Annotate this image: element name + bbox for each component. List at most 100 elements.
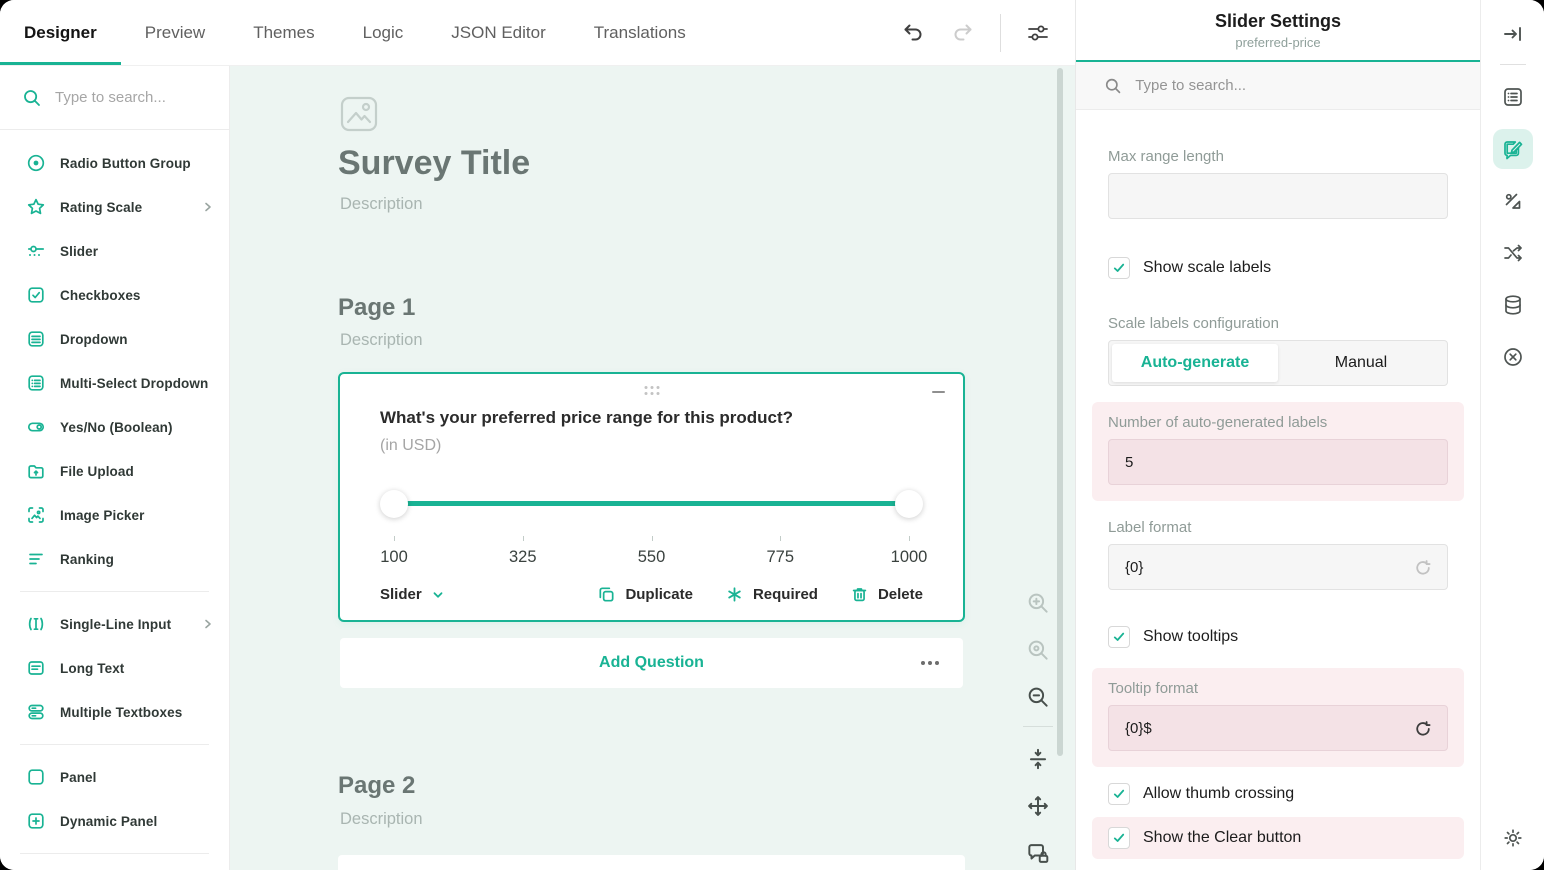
survey-logo-placeholder-icon[interactable] [340, 96, 378, 137]
toolbox-item-slider[interactable]: Slider [0, 229, 229, 273]
zoom-reset-icon[interactable] [1023, 635, 1053, 665]
survey-description[interactable]: Description [340, 195, 423, 214]
toolbox-item-label: Ranking [60, 552, 114, 567]
auto-labels-count-input[interactable] [1108, 439, 1448, 485]
show-scale-labels-checkbox[interactable] [1108, 257, 1130, 279]
tab-designer[interactable]: Designer [0, 0, 121, 65]
toolbox-item-radio-button-group[interactable]: Radio Button Group [0, 141, 229, 185]
slider-track[interactable] [394, 501, 909, 506]
toolbox-item-boolean[interactable]: Yes/No (Boolean) [0, 405, 229, 449]
toolbox-item-dropdown[interactable]: Dropdown [0, 317, 229, 361]
toolbox-item-checkboxes[interactable]: Checkboxes [0, 273, 229, 317]
collapse-question-icon[interactable] [932, 391, 945, 393]
toolbox-tab-icon[interactable] [1493, 77, 1533, 117]
question-type-selector[interactable]: Slider [380, 586, 445, 603]
close-panel-icon[interactable] [1493, 337, 1533, 377]
toolbox-search[interactable]: Type to search... [0, 66, 229, 130]
toolbox-item-label: Dropdown [60, 332, 128, 347]
toolbox-item-panel[interactable]: Panel [0, 755, 229, 799]
question-description[interactable]: (in USD) [380, 437, 441, 455]
toolbox-item-label: Long Text [60, 661, 124, 676]
tab-translations[interactable]: Translations [570, 0, 710, 65]
question-card-preferred-price[interactable]: What's your preferred price range for th… [338, 372, 965, 622]
duplicate-button[interactable]: Duplicate [597, 585, 693, 604]
page1-description[interactable]: Description [340, 331, 423, 350]
page2-title[interactable]: Page 2 [338, 772, 415, 800]
property-search-input[interactable] [1135, 77, 1452, 94]
reset-icon[interactable] [1412, 557, 1434, 579]
slider-control: 100 325 550 775 1000 [394, 490, 909, 580]
toolbox-item-dynamic-panel[interactable]: Dynamic Panel [0, 799, 229, 843]
canvas-tools [1020, 571, 1056, 868]
required-button[interactable]: Required [725, 585, 818, 604]
segment-auto-generate[interactable]: Auto-generate [1112, 344, 1278, 382]
collapse-panel-icon[interactable] [1493, 14, 1533, 54]
zoom-in-icon[interactable] [1023, 588, 1053, 618]
zoom-out-icon[interactable] [1023, 682, 1053, 712]
ranking-icon [26, 549, 46, 569]
slider-scale-label: 325 [509, 548, 537, 567]
toolbox-search-placeholder: Type to search... [55, 89, 166, 106]
tab-logic[interactable]: Logic [339, 0, 428, 65]
property-search[interactable] [1076, 62, 1480, 110]
lock-questions-icon[interactable] [1023, 838, 1053, 868]
panel-icon [26, 767, 46, 787]
show-tooltips-row[interactable]: Show tooltips [1092, 616, 1464, 658]
slider-tick [780, 536, 781, 541]
top-toolbar: Designer Preview Themes Logic JSON Edito… [0, 0, 1075, 66]
slider-thumb-min[interactable] [380, 490, 408, 518]
toolbox-item-ranking[interactable]: Ranking [0, 537, 229, 581]
reset-icon[interactable] [1412, 718, 1434, 740]
settings-gear-icon[interactable] [1493, 818, 1533, 858]
page2-question-card-partial[interactable] [338, 855, 965, 870]
property-grid-tab-icon[interactable] [1493, 129, 1533, 169]
drag-handle-icon[interactable] [644, 386, 659, 395]
label-format-input[interactable] [1108, 544, 1448, 590]
slider-thumb-max[interactable] [895, 490, 923, 518]
logic-tab-icon[interactable] [1493, 233, 1533, 273]
collapse-all-icon[interactable] [1023, 744, 1053, 774]
chevron-right-icon[interactable] [201, 200, 215, 214]
add-question-button[interactable]: Add Question [340, 638, 963, 688]
show-clear-button-label: Show the Clear button [1143, 829, 1301, 847]
page2-description[interactable]: Description [340, 810, 423, 829]
show-tooltips-checkbox[interactable] [1108, 626, 1130, 648]
toolbox-group-divider [20, 853, 209, 854]
toolbox-item-multiple-textboxes[interactable]: Multiple Textboxes [0, 690, 229, 734]
question-title[interactable]: What's your preferred price range for th… [380, 408, 923, 428]
max-range-length-input[interactable] [1108, 173, 1448, 219]
theme-tab-icon[interactable] [1493, 181, 1533, 221]
drag-surface-icon[interactable] [1023, 791, 1053, 821]
tooltip-format-input[interactable] [1108, 705, 1448, 751]
toolbox-item-image-picker[interactable]: Image Picker [0, 493, 229, 537]
chevron-right-icon[interactable] [201, 617, 215, 631]
allow-thumb-crossing-row[interactable]: Allow thumb crossing [1092, 773, 1464, 815]
toolbox-item-single-line-input[interactable]: Single-Line Input [0, 602, 229, 646]
show-clear-button-row[interactable]: Show the Clear button [1092, 817, 1464, 859]
toolbox-item-long-text[interactable]: Long Text [0, 646, 229, 690]
tab-themes[interactable]: Themes [229, 0, 338, 65]
radiogroup-icon [26, 153, 46, 173]
slider-scale-label: 550 [638, 548, 666, 567]
creator-settings-icon[interactable] [1025, 20, 1051, 46]
segment-manual[interactable]: Manual [1278, 344, 1444, 382]
page1-title[interactable]: Page 1 [338, 294, 415, 322]
toolbox-item-rating-scale[interactable]: Rating Scale [0, 185, 229, 229]
redo-icon[interactable] [950, 20, 976, 46]
toolbox-item-label: File Upload [60, 464, 134, 479]
tab-json-editor[interactable]: JSON Editor [427, 0, 569, 65]
tab-preview[interactable]: Preview [121, 0, 229, 65]
view-tabs: Designer Preview Themes Logic JSON Edito… [0, 0, 710, 65]
survey-title[interactable]: Survey Title [338, 144, 530, 183]
show-scale-labels-row[interactable]: Show scale labels [1092, 247, 1464, 289]
toolbox-item-multiselect-dropdown[interactable]: Multi-Select Dropdown [0, 361, 229, 405]
embedded-data-tab-icon[interactable] [1493, 285, 1533, 325]
canvas-scrollbar[interactable] [1057, 68, 1063, 756]
more-options-icon[interactable] [915, 655, 945, 671]
show-clear-button-checkbox[interactable] [1108, 827, 1130, 849]
delete-button[interactable]: Delete [850, 585, 923, 604]
toolbox-item-file-upload[interactable]: File Upload [0, 449, 229, 493]
undo-icon[interactable] [900, 20, 926, 46]
required-icon [725, 585, 744, 604]
allow-thumb-crossing-checkbox[interactable] [1108, 783, 1130, 805]
